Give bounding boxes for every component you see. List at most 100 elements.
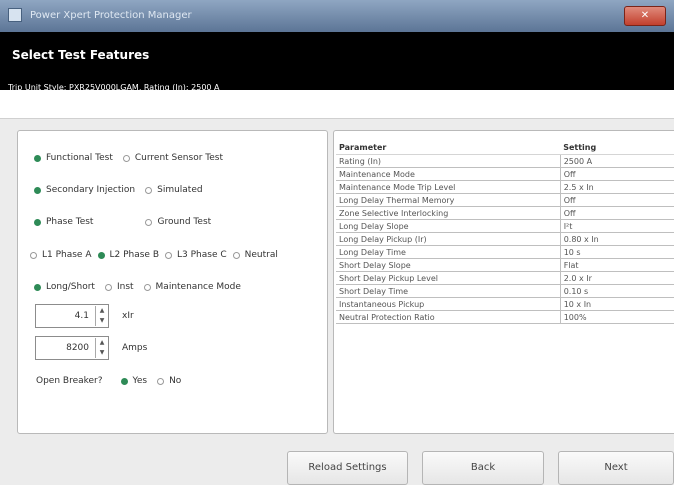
step-up-icon[interactable]: ▲ bbox=[96, 306, 108, 316]
open-breaker-label: Open Breaker? bbox=[36, 376, 103, 386]
table-row: Short Delay Time 0.10 s bbox=[336, 284, 674, 298]
radio-label: Current Sensor Test bbox=[134, 153, 223, 163]
radio-label: L2 Phase B bbox=[109, 250, 160, 260]
radio-dot-icon bbox=[122, 154, 130, 162]
radio-label: No bbox=[169, 376, 182, 386]
window-titlebar: Power Xpert Protection Manager ✕ bbox=[0, 0, 674, 32]
radio-open-breaker-yes[interactable]: Yes bbox=[120, 376, 148, 386]
radio-inst[interactable]: Inst bbox=[104, 282, 134, 292]
setting-cell: Off bbox=[560, 193, 674, 207]
radio-dot-icon bbox=[165, 251, 173, 259]
test-options-panel: Functional Test Current Sensor Test Seco… bbox=[17, 130, 328, 434]
back-button[interactable]: Back bbox=[422, 451, 544, 485]
setting-cell: Off bbox=[560, 206, 674, 220]
radio-label: Maintenance Mode bbox=[155, 282, 241, 292]
current-stepper[interactable]: 8200 ▲ ▼ bbox=[35, 336, 109, 360]
step-down-icon[interactable]: ▼ bbox=[96, 316, 108, 326]
radio-label: L3 Phase C bbox=[177, 250, 227, 260]
radio-long-short[interactable]: Long/Short bbox=[34, 282, 95, 292]
current-value: 8200 bbox=[66, 343, 89, 353]
settings-table-body: Rating (In) 2500 A Maintenance Mode Off Main… bbox=[336, 154, 674, 324]
radio-label: Simulated bbox=[157, 185, 203, 195]
page-header: Select Test Features Trip Unit Style: PX… bbox=[0, 32, 674, 92]
radio-dot-icon bbox=[145, 218, 153, 226]
parameter-cell: Long Delay Time bbox=[336, 245, 561, 259]
table-row: Zone Selective Interlocking Off bbox=[336, 206, 674, 220]
table-row: Instantaneous Pickup 10 x In bbox=[336, 297, 674, 311]
radio-label: Long/Short bbox=[46, 282, 95, 292]
toolbar-strip bbox=[0, 90, 674, 119]
radio-l2-phase-b[interactable]: L2 Phase B bbox=[97, 250, 160, 260]
radio-label: Phase Test bbox=[46, 217, 94, 227]
radio-dot-icon bbox=[104, 283, 112, 291]
radio-simulated[interactable]: Simulated bbox=[145, 185, 203, 195]
setting-cell: Flat bbox=[560, 258, 674, 272]
table-header-row: Parameter Setting bbox=[336, 140, 674, 155]
radio-neutral[interactable]: Neutral bbox=[232, 250, 278, 260]
table-row: Long Delay Time 10 s bbox=[336, 245, 674, 259]
parameter-cell: Short Delay Slope bbox=[336, 258, 561, 272]
settings-table: Parameter Setting Rating (In) 2500 A Maint… bbox=[336, 140, 674, 324]
next-button[interactable]: Next bbox=[558, 451, 674, 485]
parameter-cell: Maintenance Mode bbox=[336, 167, 561, 181]
radio-maintenance-mode[interactable]: Maintenance Mode bbox=[143, 282, 241, 292]
radio-dot-icon bbox=[143, 283, 151, 291]
column-header-parameter: Parameter bbox=[336, 140, 561, 155]
radio-dot-icon bbox=[34, 218, 41, 226]
setting-cell: 2.0 x Ir bbox=[560, 271, 674, 285]
table-row: Short Delay Slope Flat bbox=[336, 258, 674, 272]
parameter-cell: Rating (In) bbox=[336, 154, 561, 168]
parameter-cell: Long Delay Pickup (Ir) bbox=[336, 232, 561, 246]
close-button[interactable]: ✕ bbox=[624, 6, 666, 26]
stepper-arrows: ▲ ▼ bbox=[95, 338, 108, 358]
multiplier-value: 4.1 bbox=[74, 311, 89, 321]
step-down-icon[interactable]: ▼ bbox=[96, 348, 108, 358]
open-breaker-group: Open Breaker? Yes No bbox=[36, 376, 191, 386]
setting-cell: Off bbox=[560, 167, 674, 181]
radio-label: Functional Test bbox=[46, 153, 113, 163]
radio-current-sensor-test[interactable]: Current Sensor Test bbox=[122, 153, 223, 163]
parameter-cell: Maintenance Mode Trip Level bbox=[336, 180, 561, 194]
parameter-cell: Instantaneous Pickup bbox=[336, 297, 561, 311]
parameter-cell: Long Delay Slope bbox=[336, 219, 561, 233]
injection-group: Secondary Injection Simulated bbox=[34, 185, 213, 195]
radio-label: L1 Phase A bbox=[42, 250, 92, 260]
radio-label: Yes bbox=[132, 376, 148, 386]
test-mode-group: Functional Test Current Sensor Test bbox=[34, 153, 233, 163]
table-row: Long Delay Pickup (Ir) 0.80 x In bbox=[336, 232, 674, 246]
radio-secondary-injection[interactable]: Secondary Injection bbox=[34, 185, 135, 195]
window-title: Power Xpert Protection Manager bbox=[30, 10, 192, 21]
radio-ground-test[interactable]: Ground Test bbox=[145, 217, 211, 227]
page-title: Select Test Features bbox=[12, 48, 150, 62]
reload-settings-button[interactable]: Reload Settings bbox=[287, 451, 408, 485]
table-row: Maintenance Mode Off bbox=[336, 167, 674, 181]
multiplier-unit: xIr bbox=[122, 311, 134, 321]
settings-table-panel: Parameter Setting Rating (In) 2500 A Maint… bbox=[333, 130, 674, 434]
radio-dot-icon bbox=[157, 377, 165, 385]
parameter-cell: Zone Selective Interlocking bbox=[336, 206, 561, 220]
radio-dot-icon bbox=[34, 154, 41, 162]
stepper-arrows: ▲ ▼ bbox=[95, 306, 108, 326]
test-type-group: Phase Test Ground Test bbox=[34, 217, 221, 227]
multiplier-stepper[interactable]: 4.1 ▲ ▼ bbox=[35, 304, 109, 328]
step-up-icon[interactable]: ▲ bbox=[96, 338, 108, 348]
radio-functional-test[interactable]: Functional Test bbox=[34, 153, 113, 163]
table-row: Maintenance Mode Trip Level 2.5 x In bbox=[336, 180, 674, 194]
table-row: Long Delay Thermal Memory Off bbox=[336, 193, 674, 207]
trip-type-group: Long/Short Inst Maintenance Mode bbox=[34, 282, 251, 292]
phase-group: L1 Phase A L2 Phase B L3 Phase C Neutral bbox=[30, 250, 278, 260]
radio-label: Secondary Injection bbox=[46, 185, 136, 195]
radio-dot-icon bbox=[145, 186, 153, 194]
setting-cell: 100% bbox=[560, 310, 674, 324]
radio-open-breaker-no[interactable]: No bbox=[157, 376, 181, 386]
radio-label: Neutral bbox=[244, 250, 278, 260]
radio-dot-icon bbox=[34, 283, 41, 291]
setting-cell: 2.5 x In bbox=[560, 180, 674, 194]
table-row: Neutral Protection Ratio 100% bbox=[336, 310, 674, 324]
radio-l1-phase-a[interactable]: L1 Phase A bbox=[30, 250, 92, 260]
radio-phase-test[interactable]: Phase Test bbox=[34, 217, 93, 227]
radio-l3-phase-c[interactable]: L3 Phase C bbox=[165, 250, 227, 260]
radio-dot-icon bbox=[30, 251, 37, 259]
parameter-cell: Long Delay Thermal Memory bbox=[336, 193, 561, 207]
setting-cell: 2500 A bbox=[560, 154, 674, 168]
